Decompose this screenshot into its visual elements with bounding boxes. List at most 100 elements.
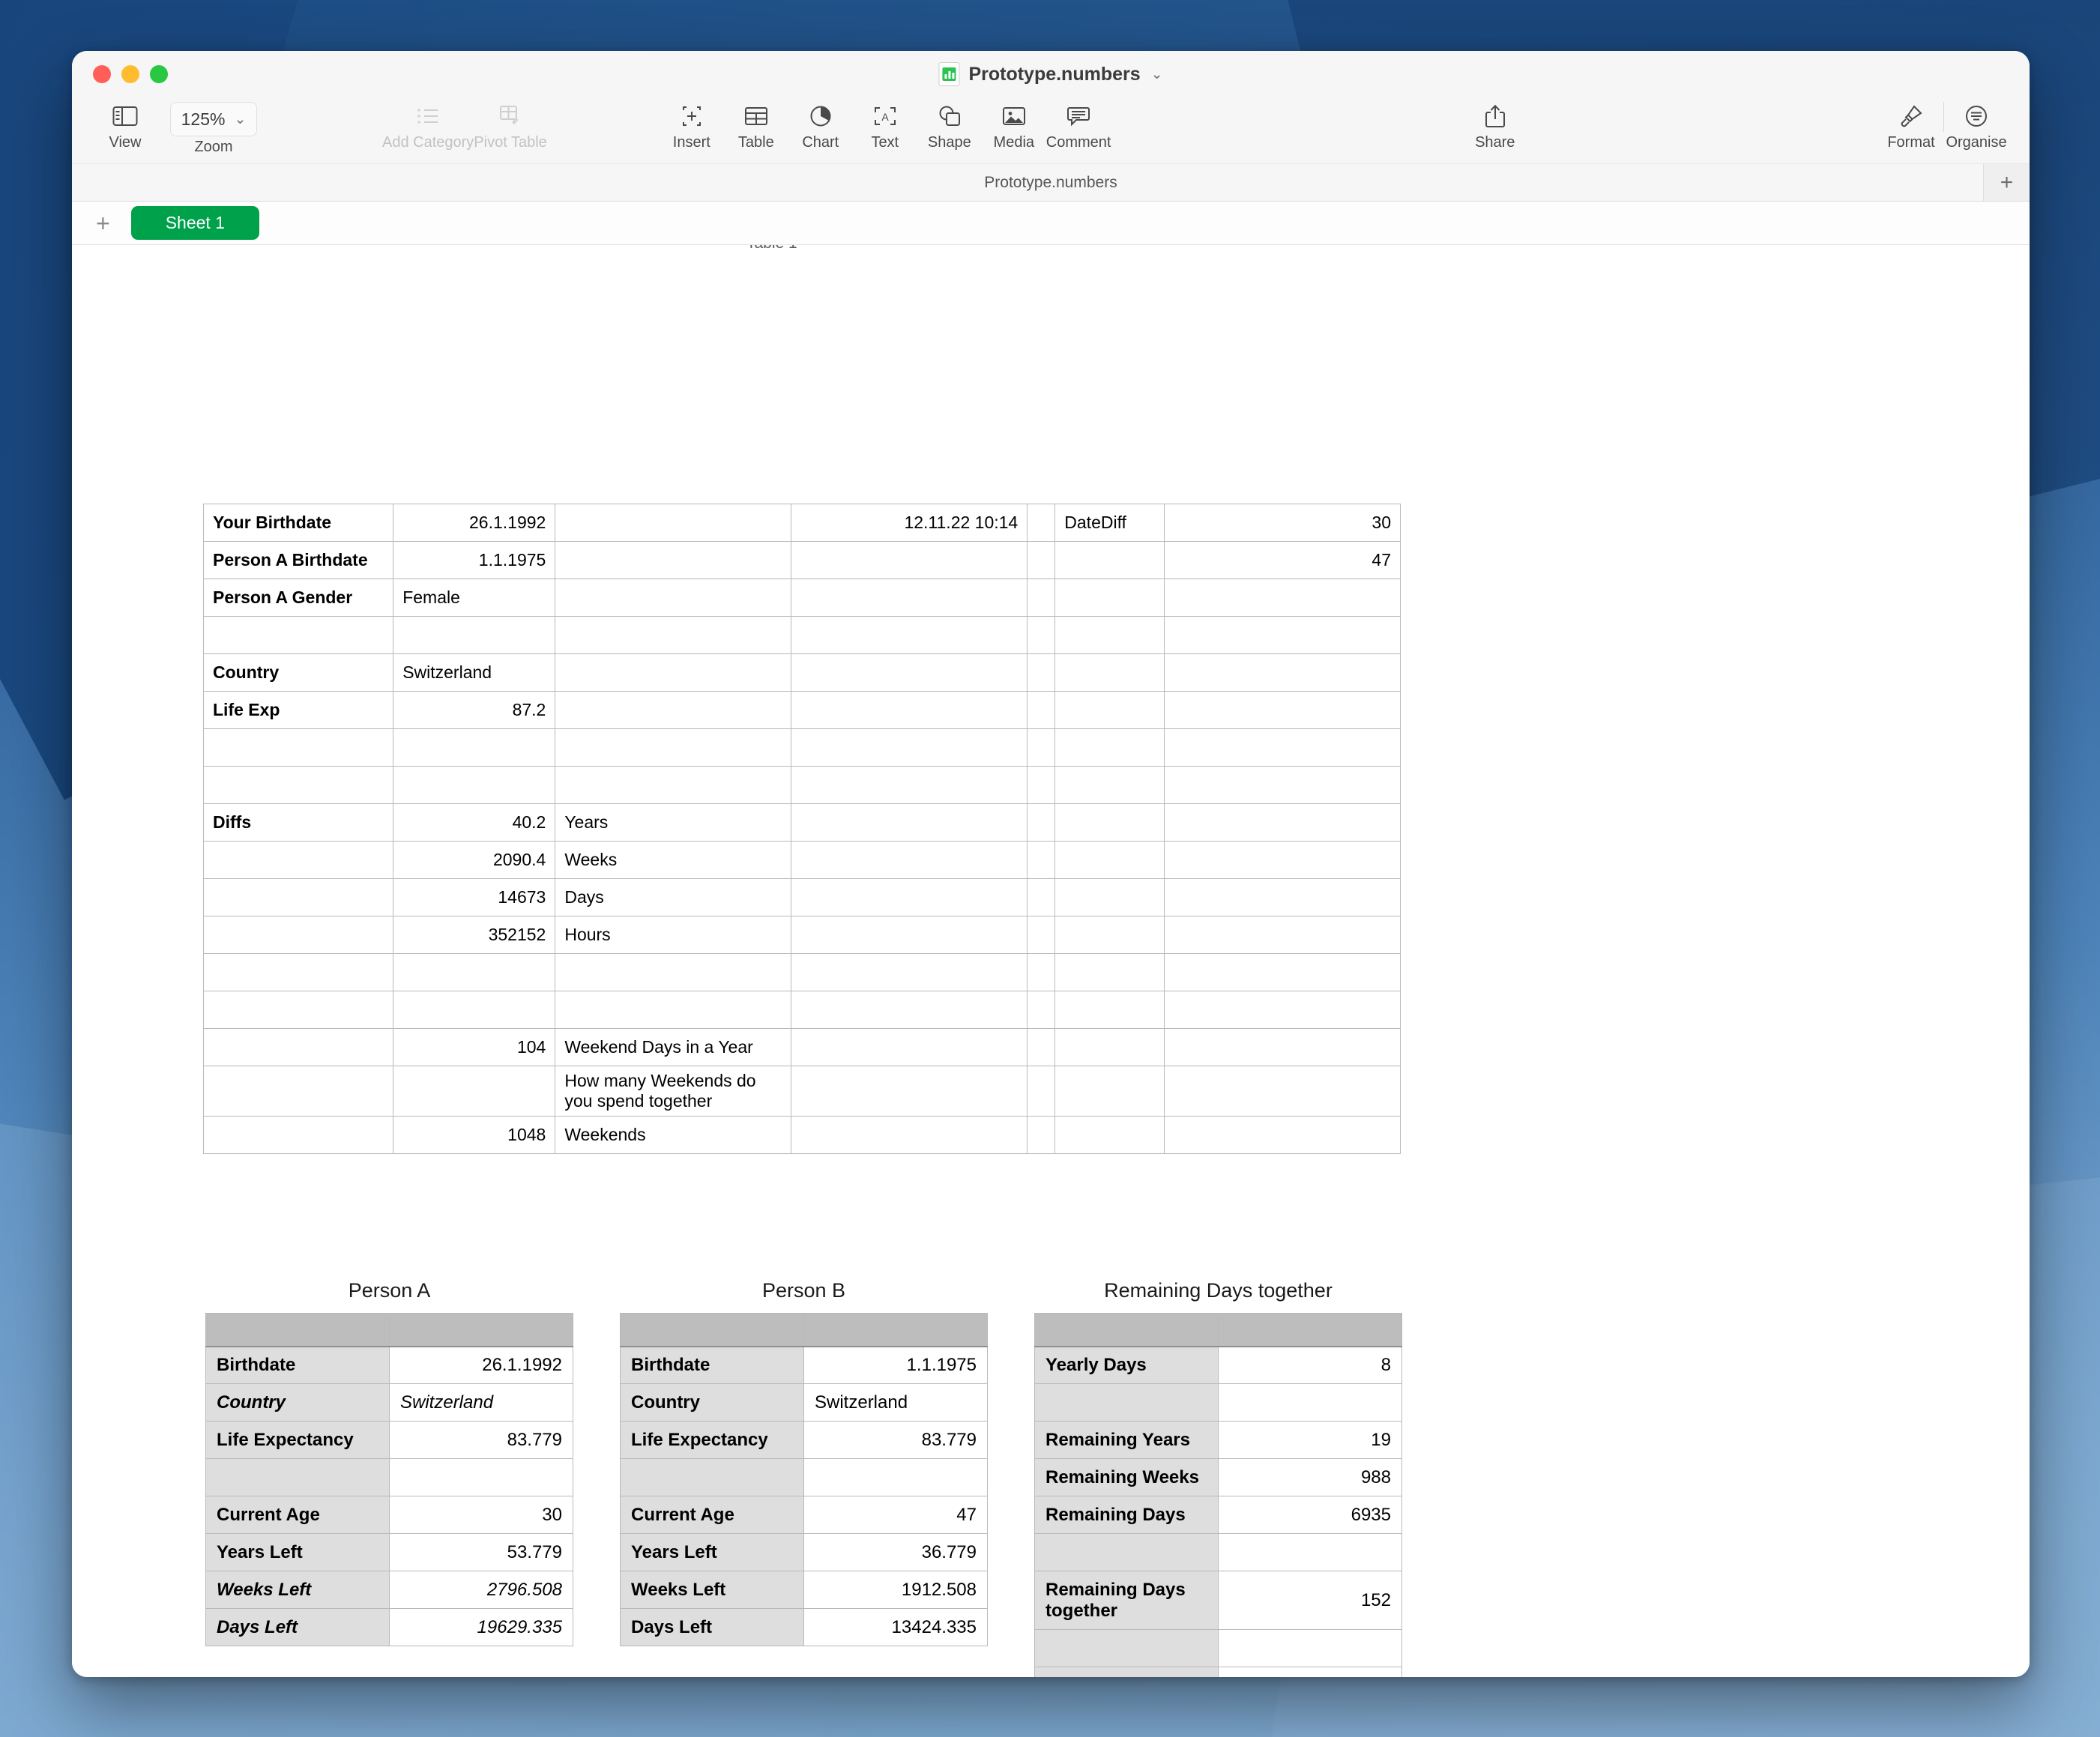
- cell-d[interactable]: 12.11.22 10:14: [791, 504, 1028, 542]
- cell-d[interactable]: [791, 916, 1028, 954]
- add-pane-button[interactable]: +: [1983, 164, 2030, 201]
- row-label-cell[interactable]: Remaining Weeks: [1035, 1459, 1219, 1496]
- row-label-cell[interactable]: Days Left: [621, 1609, 804, 1646]
- person-a-row[interactable]: Weeks Left2796.508: [206, 1571, 573, 1609]
- row-header-cell[interactable]: Your Birthdate: [204, 504, 393, 542]
- row-value-cell[interactable]: 83.779: [804, 1422, 988, 1459]
- cell-c[interactable]: [555, 654, 791, 692]
- row-header-cell[interactable]: [204, 1117, 393, 1154]
- row-value-cell[interactable]: 8: [1219, 1347, 1402, 1384]
- cell-e[interactable]: [1028, 504, 1055, 542]
- table-row[interactable]: [204, 991, 1401, 1029]
- row-header-cell[interactable]: [204, 767, 393, 804]
- remaining-together-row[interactable]: [1035, 1534, 1402, 1571]
- row-value-cell[interactable]: 53.779: [390, 1534, 573, 1571]
- person-b-row[interactable]: Life Expectancy83.779: [621, 1422, 988, 1459]
- person-a-row[interactable]: Years Left53.779: [206, 1534, 573, 1571]
- person-b-row[interactable]: [621, 1459, 988, 1496]
- table-row[interactable]: 2090.4Weeks: [204, 842, 1401, 879]
- table-row[interactable]: 104Weekend Days in a Year: [204, 1029, 1401, 1066]
- cell-e[interactable]: [1028, 1066, 1055, 1117]
- cell-d[interactable]: [791, 767, 1028, 804]
- cell-f[interactable]: [1055, 729, 1165, 767]
- row-label-cell[interactable]: Country: [621, 1384, 804, 1422]
- cell-b[interactable]: [393, 617, 555, 654]
- table-row[interactable]: [204, 617, 1401, 654]
- cell-g[interactable]: [1165, 767, 1401, 804]
- cell-g[interactable]: [1165, 1066, 1401, 1117]
- row-value-cell[interactable]: Switzerland: [804, 1384, 988, 1422]
- cell-g[interactable]: [1165, 954, 1401, 991]
- remaining-together-row[interactable]: Remaining Weeks988: [1035, 1459, 1402, 1496]
- row-value-cell[interactable]: 152: [1219, 1571, 1402, 1630]
- person-a-row[interactable]: Days Left19629.335: [206, 1609, 573, 1646]
- zoom-select[interactable]: 125% ⌄: [170, 102, 258, 136]
- cell-g[interactable]: 30: [1165, 504, 1401, 542]
- row-label-cell[interactable]: Yearly Days: [1035, 1347, 1219, 1384]
- row-value-cell[interactable]: 1912.508: [804, 1571, 988, 1609]
- cell-e[interactable]: [1028, 542, 1055, 579]
- row-header-cell[interactable]: [204, 729, 393, 767]
- cell-g[interactable]: [1165, 692, 1401, 729]
- minimize-button[interactable]: [121, 65, 139, 83]
- cell-d[interactable]: [791, 879, 1028, 916]
- table-row[interactable]: 14673Days: [204, 879, 1401, 916]
- cell-c[interactable]: Hours: [555, 916, 791, 954]
- row-label-cell[interactable]: Life Expectancy: [621, 1422, 804, 1459]
- row-header-cell[interactable]: [204, 991, 393, 1029]
- format-button[interactable]: Format: [1879, 97, 1943, 151]
- chart-button[interactable]: Chart: [788, 97, 853, 151]
- cell-c[interactable]: Years: [555, 804, 791, 842]
- cell-c[interactable]: [555, 617, 791, 654]
- cell-c[interactable]: [555, 692, 791, 729]
- row-value-cell[interactable]: 19: [1219, 1422, 1402, 1459]
- cell-g[interactable]: [1165, 729, 1401, 767]
- cell-b[interactable]: 87.2: [393, 692, 555, 729]
- table-row[interactable]: [204, 729, 1401, 767]
- cell-e[interactable]: [1028, 1117, 1055, 1154]
- cell-g[interactable]: 47: [1165, 542, 1401, 579]
- share-button[interactable]: Share: [1463, 97, 1527, 151]
- person-b-table[interactable]: Birthdate1.1.1975CountrySwitzerlandLife …: [620, 1313, 988, 1646]
- cell-c[interactable]: [555, 729, 791, 767]
- person-b-row[interactable]: Birthdate1.1.1975: [621, 1347, 988, 1384]
- cell-c[interactable]: [555, 767, 791, 804]
- cell-e[interactable]: [1028, 954, 1055, 991]
- row-label-cell[interactable]: Weeks Left: [621, 1571, 804, 1609]
- row-value-cell[interactable]: 26.1.1992: [390, 1347, 573, 1384]
- cell-f[interactable]: [1055, 1029, 1165, 1066]
- row-label-cell[interactable]: Life Expectancy: [206, 1422, 390, 1459]
- cell-b[interactable]: 104: [393, 1029, 555, 1066]
- comment-button[interactable]: Comment: [1046, 97, 1111, 151]
- cell-g[interactable]: [1165, 804, 1401, 842]
- table-row[interactable]: Person A GenderFemale: [204, 579, 1401, 617]
- cell-d[interactable]: [791, 842, 1028, 879]
- cell-f[interactable]: [1055, 579, 1165, 617]
- cell-f[interactable]: [1055, 804, 1165, 842]
- row-value-cell[interactable]: [1219, 1630, 1402, 1667]
- row-value-cell[interactable]: 13424.335: [804, 1609, 988, 1646]
- cell-f[interactable]: [1055, 879, 1165, 916]
- cell-g[interactable]: [1165, 916, 1401, 954]
- cell-e[interactable]: [1028, 692, 1055, 729]
- cell-e[interactable]: [1028, 579, 1055, 617]
- main-table[interactable]: Your Birthdate26.1.199212.11.22 10:14Dat…: [203, 504, 1401, 1154]
- row-value-cell[interactable]: 988: [1219, 1459, 1402, 1496]
- cell-c[interactable]: How many Weekends do you spend together: [555, 1066, 791, 1117]
- remaining-together-row[interactable]: Yearly Days8: [1035, 1347, 1402, 1384]
- cell-e[interactable]: [1028, 617, 1055, 654]
- cell-d[interactable]: [791, 654, 1028, 692]
- table-row[interactable]: 1048Weekends: [204, 1117, 1401, 1154]
- row-label-cell[interactable]: [1035, 1667, 1219, 1678]
- remaining-together-row[interactable]: [1035, 1384, 1402, 1422]
- row-label-cell[interactable]: Current Age: [621, 1496, 804, 1534]
- table-button[interactable]: Table: [724, 97, 788, 151]
- row-value-cell[interactable]: [804, 1459, 988, 1496]
- cell-f[interactable]: [1055, 954, 1165, 991]
- chevron-down-icon[interactable]: ⌄: [1151, 66, 1163, 83]
- person-a-row[interactable]: [206, 1459, 573, 1496]
- table-row[interactable]: CountrySwitzerland: [204, 654, 1401, 692]
- row-label-cell[interactable]: Years Left: [621, 1534, 804, 1571]
- row-label-cell[interactable]: [1035, 1384, 1219, 1422]
- row-header-cell[interactable]: Country: [204, 654, 393, 692]
